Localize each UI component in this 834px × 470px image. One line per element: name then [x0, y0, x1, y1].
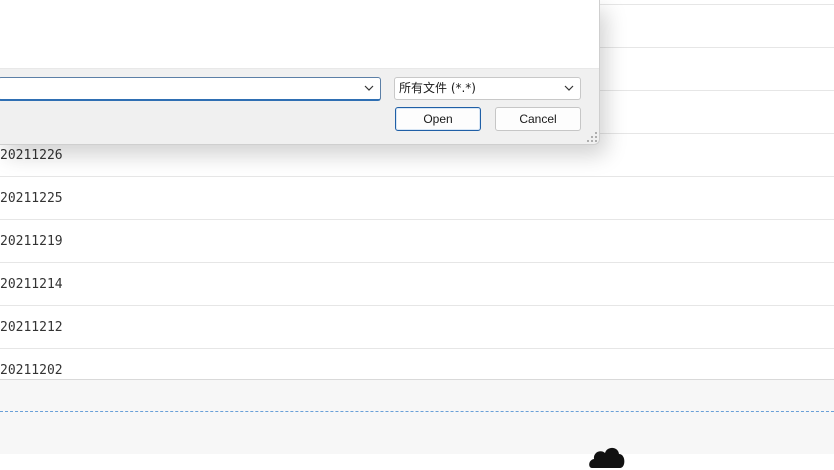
- list-row[interactable]: 20211212: [0, 306, 834, 349]
- dropzone-border: [0, 411, 834, 412]
- chevron-down-icon: [564, 85, 574, 91]
- row-date: 20211214: [0, 277, 63, 292]
- list-row[interactable]: 20211225: [0, 177, 834, 220]
- list-row[interactable]: 20211219: [0, 220, 834, 263]
- file-list-pane[interactable]: [0, 0, 599, 69]
- row-date: 20211219: [0, 234, 63, 249]
- open-button[interactable]: Open: [395, 107, 481, 131]
- file-type-select[interactable]: 所有文件 (*.*): [394, 77, 581, 100]
- upload-dropzone[interactable]: [0, 380, 834, 468]
- cancel-button[interactable]: Cancel: [495, 107, 581, 131]
- list-row[interactable]: 20211214: [0, 263, 834, 306]
- file-type-label: 所有文件 (*.*): [399, 81, 476, 95]
- cloud-upload-icon: [589, 447, 625, 468]
- row-date: 20211212: [0, 320, 63, 335]
- open-file-dialog: 所有文件 (*.*) Open Cancel: [0, 0, 600, 145]
- chevron-down-icon[interactable]: [364, 85, 374, 92]
- row-date: 20211225: [0, 191, 63, 206]
- list-row[interactable]: 20211202: [0, 349, 834, 380]
- filename-combobox[interactable]: [0, 77, 381, 101]
- resize-grip-icon[interactable]: [586, 131, 598, 143]
